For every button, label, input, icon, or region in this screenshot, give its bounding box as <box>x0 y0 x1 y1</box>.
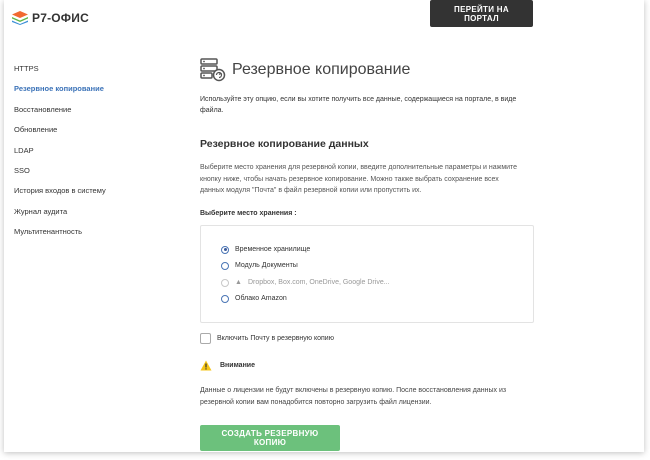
main-content: Резервное копирование Используйте эту оп… <box>200 56 540 451</box>
storage-option-label: Модуль Документы <box>235 262 298 269</box>
radio-button[interactable] <box>221 245 229 254</box>
logo-text: Р7-ОФИС <box>32 11 89 25</box>
sidebar-item-update[interactable]: Обновление <box>14 123 184 143</box>
sidebar-item-sso[interactable]: SSO <box>14 164 184 184</box>
storage-option-label: Временное хранилище <box>235 246 311 253</box>
create-backup-button[interactable]: СОЗДАТЬ РЕЗЕРВНУЮ КОПИЮ <box>200 424 340 451</box>
sidebar-item-login-history[interactable]: История входов в систему <box>14 184 184 204</box>
sidebar: HTTPS Резервное копирование Восстановлен… <box>14 62 184 246</box>
logo[interactable]: Р7-ОФИС <box>12 8 89 28</box>
sidebar-item-ldap[interactable]: LDAP <box>14 144 184 164</box>
go-to-portal-button[interactable]: ПЕРЕЙТИ НА ПОРТАЛ <box>430 0 533 27</box>
page-header: Резервное копирование <box>200 56 540 84</box>
storage-option-label: Dropbox, Box.com, OneDrive, Google Drive… <box>247 279 390 286</box>
logo-icon <box>12 11 28 25</box>
storage-option-label: Облако Amazon <box>235 295 287 302</box>
radio-button <box>221 278 229 287</box>
intro-text: Используйте эту опцию, если вы хотите по… <box>200 96 517 114</box>
include-mail-label: Включить Почту в резервную копию <box>217 334 334 342</box>
sidebar-item-restore[interactable]: Восстановление <box>14 103 184 123</box>
license-notice: Данные о лицензии не будут включены в ре… <box>200 386 507 406</box>
attention-header: Внимание <box>200 360 540 371</box>
storage-option-documents[interactable]: Модуль Документы <box>221 260 298 272</box>
header: Р7-ОФИС ПЕРЕЙТИ НА ПОРТАЛ <box>4 0 644 36</box>
backup-icon <box>200 58 226 82</box>
radio-button[interactable] <box>221 261 229 270</box>
attention-label: Внимание <box>220 361 255 369</box>
radio-button[interactable] <box>221 294 229 303</box>
storage-label: Выберите место хранения : <box>200 209 297 217</box>
warning-icon <box>200 360 212 370</box>
sidebar-item-multitenancy[interactable]: Мультитенантность <box>14 225 184 245</box>
sidebar-item-audit-log[interactable]: Журнал аудита <box>14 205 184 225</box>
section-title: Резервное копирование данных <box>200 138 369 150</box>
storage-option-third-party: ▲ Dropbox, Box.com, OneDrive, Google Dri… <box>221 277 390 289</box>
app-window: Р7-ОФИС ПЕРЕЙТИ НА ПОРТАЛ HTTPS Резервно… <box>4 0 644 452</box>
include-mail-checkbox[interactable] <box>200 332 211 344</box>
storage-option-temporary[interactable]: Временное хранилище <box>221 244 310 256</box>
include-mail-option[interactable]: Включить Почту в резервную копию <box>200 332 540 344</box>
sidebar-item-https[interactable]: HTTPS <box>14 62 184 82</box>
section-description: Выберите место хранения для резервной ко… <box>200 164 518 194</box>
warning-icon: ▲ <box>235 279 242 286</box>
storage-options-box: Временное хранилище Модуль Документы ▲ D… <box>200 224 534 323</box>
sidebar-item-backup[interactable]: Резервное копирование <box>14 82 184 102</box>
page-title: Резервное копирование <box>232 61 411 78</box>
storage-option-amazon[interactable]: Облако Amazon <box>221 293 287 305</box>
